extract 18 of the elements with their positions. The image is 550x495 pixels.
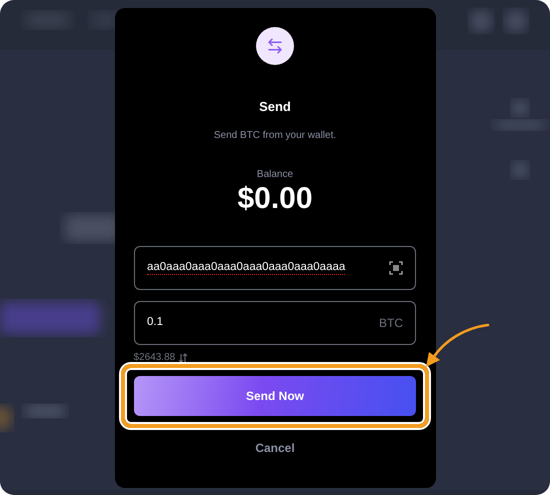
currency-unit: BTC	[379, 316, 403, 330]
send-now-button[interactable]: Send Now	[134, 376, 416, 416]
address-value: aa0aaa0aaa0aaa0aaa0aaa0aaa0aaaa	[147, 261, 346, 275]
qr-code-icon[interactable]	[389, 261, 403, 275]
blurred-icon	[470, 10, 492, 32]
blurred-icon	[505, 10, 527, 32]
dialog-title: Send	[259, 99, 291, 114]
swap-icon[interactable]	[178, 352, 188, 362]
amount-field[interactable]: 0.1 BTC	[134, 301, 416, 345]
cancel-button[interactable]: Cancel	[251, 437, 299, 459]
dialog-subtitle: Send BTC from your wallet.	[214, 130, 336, 141]
transfer-icon	[256, 27, 294, 65]
balance-value: $0.00	[237, 182, 313, 216]
balance-label: Balance	[256, 169, 294, 180]
address-field[interactable]: aa0aaa0aaa0aaa0aaa0aaa0aaa0aaaa	[134, 246, 416, 290]
amount-value: 0.1	[147, 316, 163, 330]
converted-amount: $2643.88	[134, 352, 176, 363]
blurred-coin-icon	[0, 406, 12, 430]
